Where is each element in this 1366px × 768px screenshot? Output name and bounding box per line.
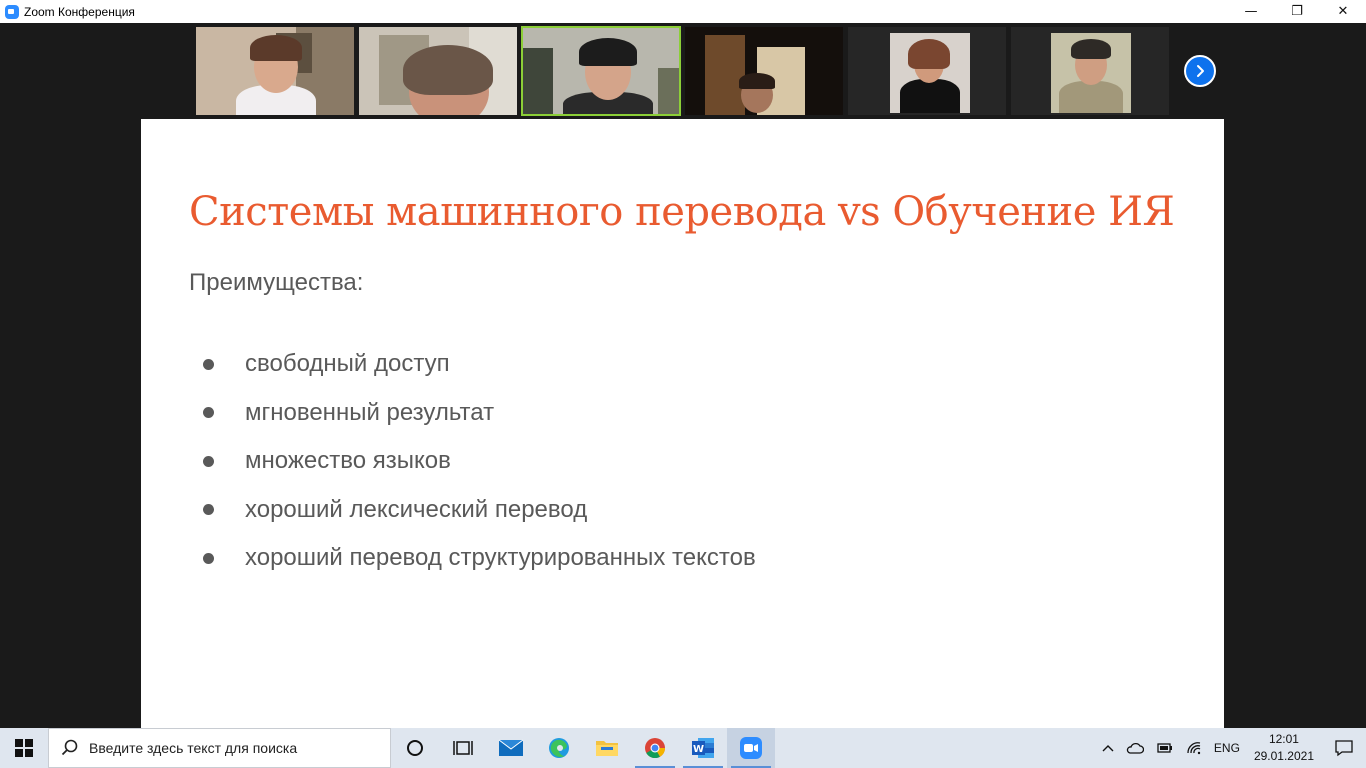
task-view-button[interactable] (439, 728, 487, 768)
shared-screen-slide: Системы машинного перевода vs Обучение И… (141, 119, 1224, 728)
clock-time: 12:01 (1268, 732, 1299, 746)
clock-button[interactable]: 12:01 29.01.2021 (1246, 731, 1322, 765)
participant-video-tile[interactable] (1010, 26, 1170, 116)
participant-video-tile[interactable] (195, 26, 355, 116)
list-item: хороший перевод структурированных тексто… (201, 534, 756, 583)
meeting-area: Системы машинного перевода vs Обучение И… (0, 23, 1366, 728)
cortana-button[interactable] (391, 728, 439, 768)
network-button[interactable] (1180, 728, 1208, 768)
clock-date: 29.01.2021 (1253, 749, 1314, 763)
mail-app-button[interactable] (487, 728, 535, 768)
close-button[interactable]: ✕ (1320, 0, 1366, 23)
list-item: множество языков (201, 437, 756, 486)
participant-video-tile-active-speaker[interactable] (521, 26, 681, 116)
edge-icon (549, 738, 569, 758)
zoom-icon (740, 737, 762, 759)
chrome-icon (645, 738, 666, 759)
system-tray: ENG 12:01 29.01.2021 (1096, 728, 1366, 768)
participant-video-tile[interactable] (684, 26, 844, 116)
bullet-icon (203, 358, 214, 370)
battery-button[interactable] (1150, 728, 1180, 768)
start-button[interactable] (0, 728, 48, 768)
mail-icon (498, 739, 524, 756)
minimize-button[interactable]: — (1228, 0, 1274, 23)
window-titlebar: Zoom Конференция — ❐ ✕ (0, 0, 1366, 23)
restore-button[interactable]: ❐ (1274, 0, 1320, 23)
notification-icon (1335, 740, 1353, 757)
svg-text:W: W (693, 744, 704, 755)
list-item: свободный доступ (201, 340, 756, 389)
input-language-button[interactable]: ENG (1208, 728, 1246, 768)
search-icon (61, 739, 78, 756)
chevron-right-icon (1197, 65, 1204, 77)
word-app-button[interactable]: W (679, 728, 727, 768)
search-input[interactable] (89, 740, 379, 756)
bullet-icon (203, 552, 214, 564)
list-item: мгновенный результат (201, 389, 756, 438)
window-title: Zoom Конференция (24, 4, 135, 19)
bullet-icon (203, 504, 214, 516)
slide-bullet-list: свободный доступ мгновенный результат мн… (201, 340, 756, 583)
cloud-icon (1126, 742, 1144, 754)
onedrive-button[interactable] (1120, 728, 1150, 768)
task-view-icon (453, 741, 473, 755)
participant-video-tile[interactable] (358, 26, 518, 116)
battery-plug-icon (1157, 743, 1172, 753)
zoom-app-button[interactable] (727, 728, 775, 768)
bullet-icon (203, 455, 214, 467)
taskbar-search[interactable] (48, 728, 391, 768)
chrome-browser-button[interactable] (631, 728, 679, 768)
list-item: хороший лексический перевод (201, 486, 756, 535)
word-icon: W (692, 738, 714, 758)
participant-gallery (195, 26, 1173, 118)
show-hidden-icons-button[interactable] (1096, 728, 1120, 768)
wifi-icon (1187, 742, 1201, 755)
windows-logo-icon (15, 739, 33, 757)
gallery-next-page-button[interactable] (1184, 55, 1216, 87)
windows-taskbar: W (0, 728, 1366, 768)
edge-browser-button[interactable] (535, 728, 583, 768)
chevron-up-icon (1102, 745, 1114, 752)
slide-subtitle: Преимущества: (189, 269, 364, 296)
file-explorer-button[interactable] (583, 728, 631, 768)
zoom-app-icon (5, 4, 19, 19)
participant-video-tile[interactable] (847, 26, 1007, 116)
folder-icon (596, 741, 618, 756)
slide-title: Системы машинного перевода vs Обучение И… (189, 189, 1175, 235)
notifications-button[interactable] (1322, 728, 1366, 768)
cortana-circle-icon (407, 740, 423, 756)
bullet-icon (203, 407, 214, 419)
